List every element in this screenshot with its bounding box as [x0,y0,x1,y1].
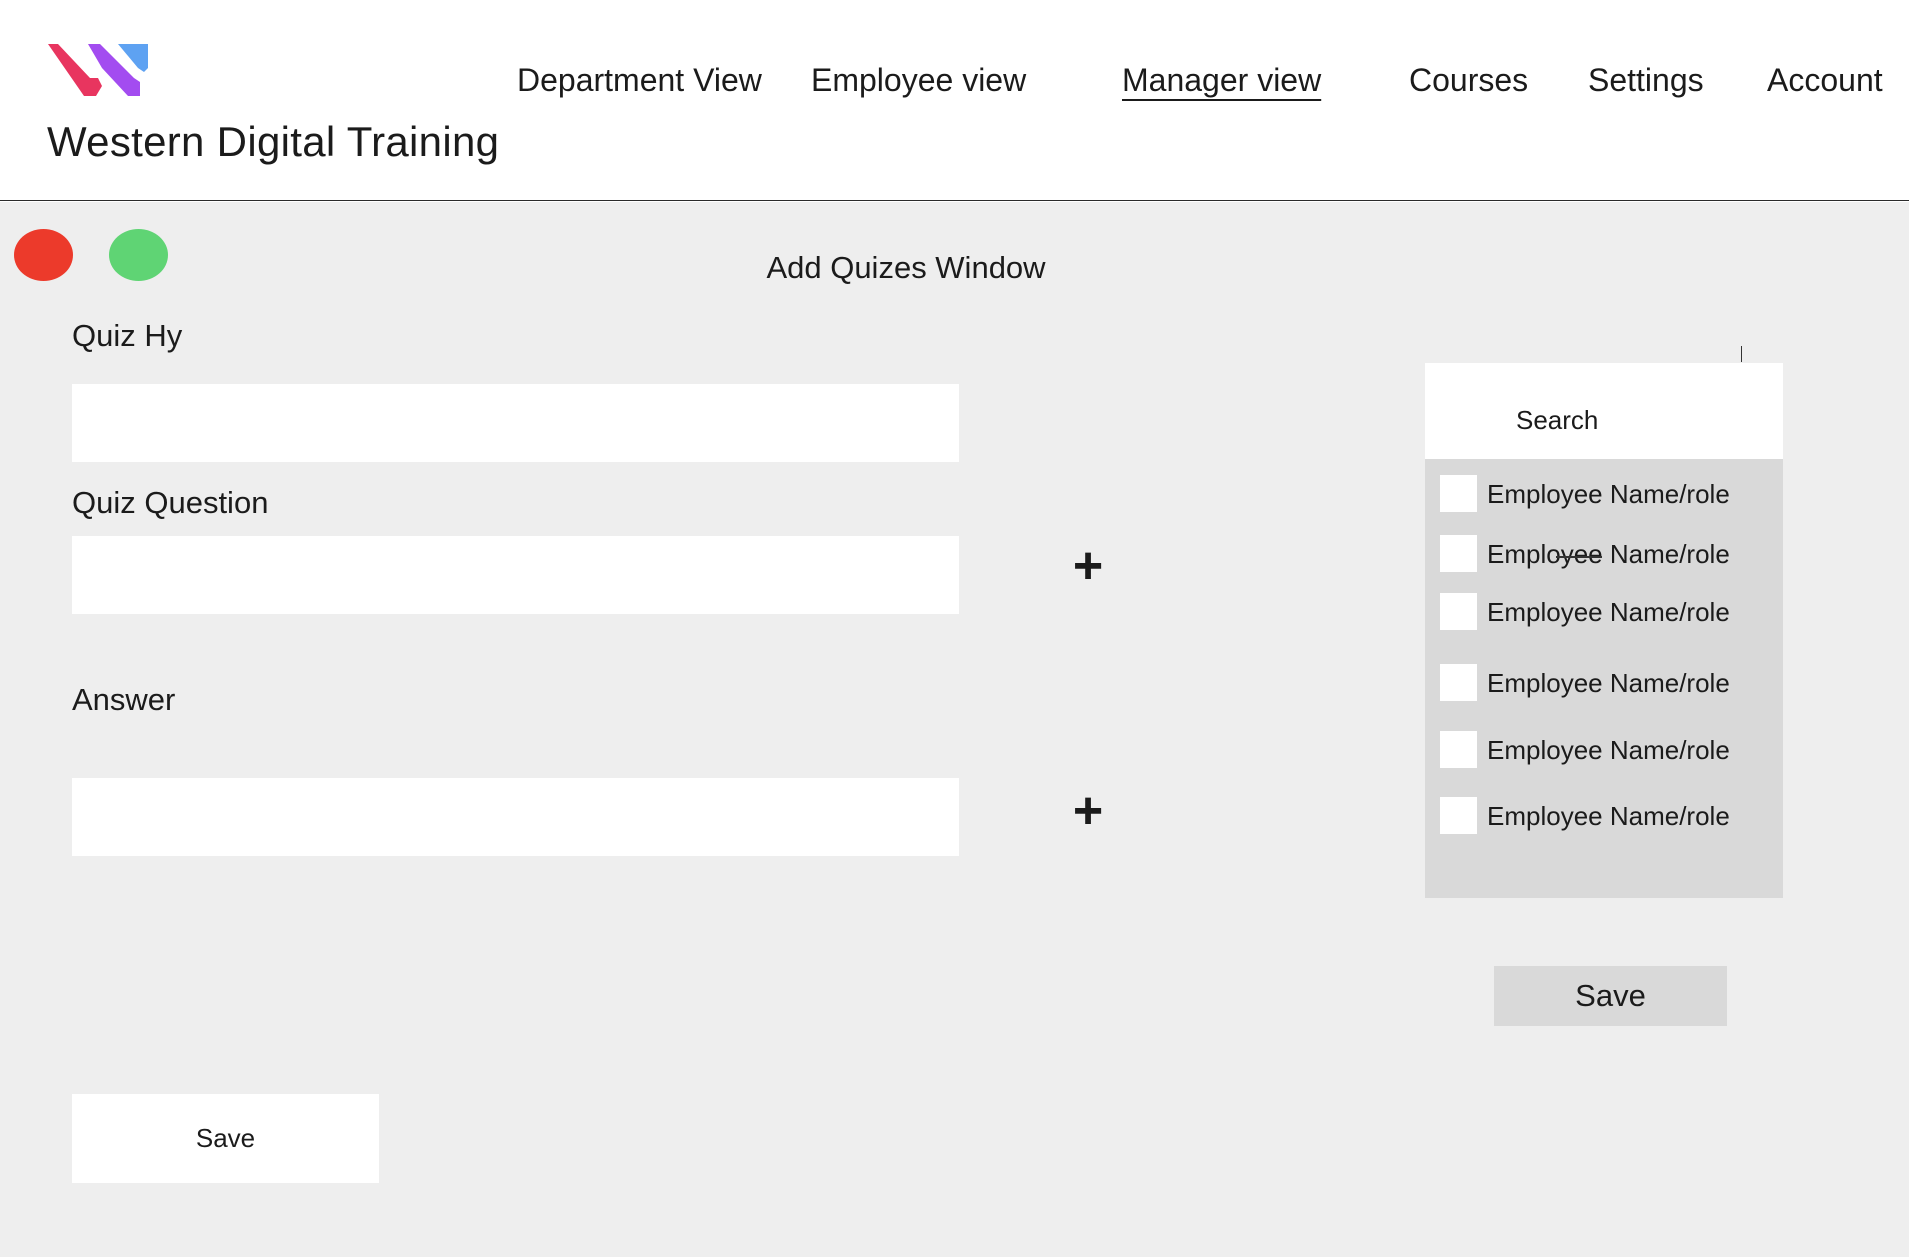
employee-name: Employee Name/role [1487,735,1730,765]
employee-search-input[interactable] [1425,363,1783,459]
quiz-question-label: Quiz Question [72,485,269,520]
quiz-name-input[interactable] [72,384,959,462]
employee-checkbox[interactable] [1440,797,1477,834]
nav-settings[interactable]: Settings [1588,62,1704,99]
strikethrough-mark [1556,556,1602,558]
employee-checkbox[interactable] [1440,535,1477,572]
text-cursor [1741,346,1742,362]
nav-account[interactable]: Account [1767,62,1883,99]
add-answer-icon[interactable]: + [1066,785,1110,837]
quiz-name-label: Quiz Hy [72,318,183,353]
nav-courses[interactable]: Courses [1409,62,1528,99]
western-digital-logo-icon [48,44,148,96]
employee-checkbox[interactable] [1440,593,1477,630]
employee-checkbox[interactable] [1440,664,1477,701]
employee-name: Employee Name/role [1487,539,1730,569]
employee-name: Employee Name/role [1487,597,1730,627]
save-assignment-button[interactable]: Save [1494,966,1727,1026]
nav-employee-view[interactable]: Employee view [811,62,1026,99]
add-question-icon[interactable]: + [1066,540,1110,592]
employee-name: Employee Name/role [1487,479,1730,509]
employee-checkbox[interactable] [1440,475,1477,512]
brand-title: Western Digital Training [47,118,500,165]
employee-name: Employee Name/role [1487,668,1730,698]
answer-label: Answer [72,682,176,717]
nav-manager-view[interactable]: Manager view [1122,62,1321,99]
answer-input[interactable] [72,778,959,856]
window-title: Add Quizes Window [766,250,1046,285]
nav-department-view[interactable]: Department View [517,62,762,99]
employee-name: Employee Name/role [1487,801,1730,831]
top-header: Western Digital Training Department View… [0,0,1909,201]
quiz-question-input[interactable] [72,536,959,614]
employee-checkbox[interactable] [1440,731,1477,768]
save-quiz-button[interactable]: Save [72,1094,379,1183]
